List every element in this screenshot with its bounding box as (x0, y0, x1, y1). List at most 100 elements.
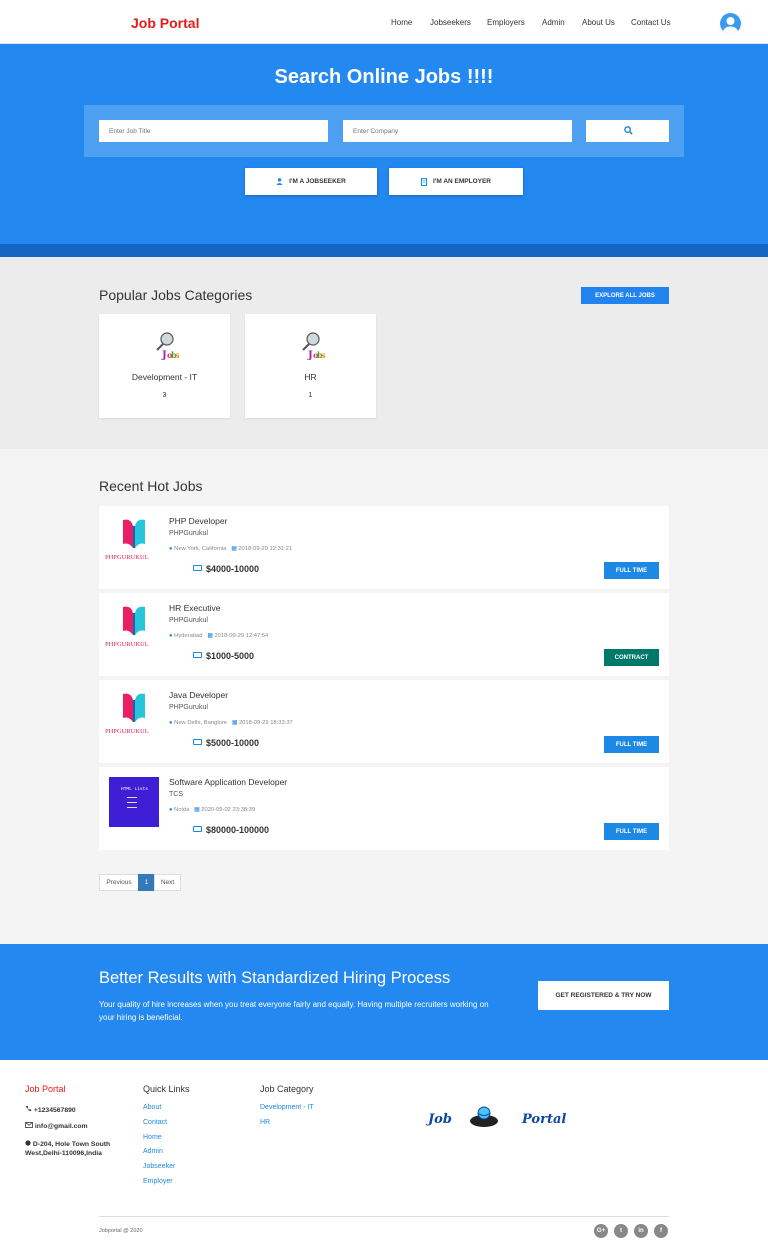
footer-category-development-it[interactable]: Development - IT (260, 1104, 314, 1111)
footer-link-admin[interactable]: Admin (143, 1148, 163, 1155)
logo-text-right: Portal (522, 1112, 567, 1127)
company-input[interactable] (343, 120, 572, 142)
logo-text-left: Job (428, 1112, 452, 1127)
job-title[interactable]: PHP Developer (169, 516, 227, 526)
promo-text: Your quality of hire increases when you … (99, 1000, 489, 1022)
brand-logo[interactable]: Job Portal (131, 15, 199, 31)
footer-link-about[interactable]: About (143, 1104, 161, 1111)
job-title[interactable]: Java Developer (169, 690, 228, 700)
explore-all-jobs-button[interactable]: EXPLORE ALL JOBS (581, 287, 669, 304)
nav-jobseekers[interactable]: Jobseekers (430, 18, 471, 27)
jobs-category-icon: J o b s (156, 332, 180, 360)
job-meta: ● Noida ▦ 2020-09-02 23:38:39 (169, 807, 255, 813)
job-location: New York, California (174, 546, 227, 552)
footer-address: D-204, Hole Town South West,Delhi-110096… (25, 1140, 125, 1158)
job-category-title: Job Category (260, 1084, 314, 1094)
money-icon (193, 652, 202, 658)
envelope-icon (25, 1122, 33, 1128)
phpgurukul-logo: PHPGURUKUL (105, 690, 159, 740)
google-plus-icon[interactable]: G+ (594, 1224, 608, 1238)
nav-contact-us[interactable]: Contact Us (631, 18, 671, 27)
get-registered-button[interactable]: GET REGISTERED & TRY NOW (538, 981, 669, 1010)
html-lists-logo-text: HTML Lists (121, 787, 149, 792)
promo-title: Better Results with Standardized Hiring … (99, 969, 451, 987)
footer-phone: +1234567890 (25, 1105, 76, 1115)
job-salary-text: $4000-10000 (206, 564, 260, 574)
job-type-badge[interactable]: FULL TIME (604, 562, 659, 579)
money-icon (193, 826, 202, 832)
nav-admin[interactable]: Admin (542, 18, 565, 27)
employer-button[interactable]: I'M AN EMPLOYER (389, 168, 523, 195)
top-navbar: Job Portal Home Jobseekers Employers Adm… (0, 0, 768, 44)
job-location: New Delhi, Banglore (174, 720, 227, 726)
search-icon (624, 126, 633, 135)
category-card-hr[interactable]: J o b s HR 1 (245, 314, 376, 418)
category-count: 3 (162, 392, 167, 399)
job-date: 2020-09-02 23:38:39 (201, 807, 256, 813)
jobseeker-button[interactable]: I'M A JOBSEEKER (245, 168, 377, 195)
job-type-badge[interactable]: FULL TIME (604, 736, 659, 753)
copyright: Jobportal @ 2020 (99, 1228, 143, 1234)
twitter-icon[interactable]: t (614, 1224, 628, 1238)
recent-jobs-title: Recent Hot Jobs (99, 478, 203, 494)
hero-bottom-strip (0, 244, 768, 257)
search-button[interactable] (586, 120, 669, 142)
footer-email-text: info@gmail.com (34, 1123, 88, 1130)
job-title[interactable]: Software Application Developer (169, 777, 287, 787)
user-avatar-icon[interactable] (720, 13, 741, 34)
footer-link-home[interactable]: Home (143, 1134, 162, 1141)
pagination-previous[interactable]: Previous (99, 874, 139, 891)
categories-title: Popular Jobs Categories (99, 287, 253, 303)
job-title[interactable]: HR Executive (169, 603, 221, 613)
footer-link-jobseeker[interactable]: Jobseeker (143, 1163, 175, 1170)
job-company: PHPGurukul (169, 530, 208, 537)
svg-text:s: s (321, 350, 326, 360)
footer-phone-text: +1234567890 (33, 1107, 76, 1114)
jobs-category-icon: J o b s (302, 332, 326, 360)
footer-job-portal-logo: Job Portal (428, 1104, 603, 1130)
job-card[interactable]: PHPGURUKUL PHP Developer PHPGurukul ● New Y… (99, 506, 669, 589)
phone-icon (25, 1105, 32, 1112)
nav-employers[interactable]: Employers (487, 18, 525, 27)
job-date: 2018-09-29 12:47:54 (214, 633, 269, 639)
linkedin-icon[interactable]: in (634, 1224, 648, 1238)
job-card[interactable]: PHPGURUKUL HR Executive PHPGurukul ● Hydera… (99, 593, 669, 676)
map-marker-icon: ● (169, 720, 173, 726)
job-card[interactable]: PHPGURUKUL Java Developer PHPGurukul ● New … (99, 680, 669, 763)
money-icon (193, 739, 202, 745)
svg-text:s: s (175, 350, 180, 360)
job-title-input[interactable] (99, 120, 328, 142)
map-marker-icon: ● (169, 807, 173, 813)
user-icon (276, 178, 283, 185)
pagination-next[interactable]: Next (154, 874, 181, 891)
facebook-icon[interactable]: f (654, 1224, 668, 1238)
employer-button-label: I'M AN EMPLOYER (432, 178, 491, 185)
category-card-development-it[interactable]: J o b s Development - IT 3 (99, 314, 230, 418)
job-salary-text: $80000-100000 (206, 825, 270, 835)
job-meta: ● Hyderabad ▦ 2018-09-29 12:47:54 (169, 633, 268, 639)
calendar-icon: ▦ (207, 633, 213, 639)
job-type-badge[interactable]: CONTRACT (604, 649, 659, 666)
hero-title: Search Online Jobs !!!! (274, 66, 494, 88)
footer-link-employer[interactable]: Employer (143, 1178, 173, 1185)
job-salary-text: $5000-10000 (206, 738, 260, 748)
footer-category-hr[interactable]: HR (260, 1119, 270, 1126)
money-icon (193, 565, 202, 571)
jobseeker-button-label: I'M A JOBSEEKER (289, 178, 346, 185)
job-card[interactable]: HTML Lists Software Application Developer… (99, 767, 669, 850)
job-meta: ● New Delhi, Banglore ▦ 2018-09-29 18:33… (169, 720, 293, 726)
footer-link-contact[interactable]: Contact (143, 1119, 167, 1126)
calendar-icon: ▦ (231, 546, 237, 552)
nav-about-us[interactable]: About Us (582, 18, 615, 27)
phpgurukul-logo-text: PHPGURUKUL (105, 728, 149, 735)
pagination-page-1[interactable]: 1 (138, 874, 155, 891)
phpgurukul-logo-text: PHPGURUKUL (105, 641, 149, 648)
footer-brand: Job Portal (25, 1084, 66, 1094)
category-name: HR (304, 372, 317, 382)
job-salary: $1000-5000 (193, 651, 254, 661)
footer-address-text: D-204, Hole Town South West,Delhi-110096… (25, 1141, 111, 1157)
nav-home[interactable]: Home (391, 18, 412, 27)
html-lists-logo: HTML Lists (109, 777, 159, 827)
job-type-badge[interactable]: FULL TIME (604, 823, 659, 840)
job-company: PHPGurukul (169, 704, 208, 711)
